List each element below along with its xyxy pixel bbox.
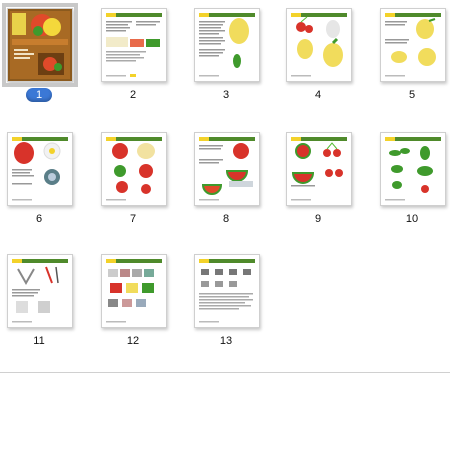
page-thumbnail-7[interactable] [101,132,167,206]
thumbnail-item-7[interactable]: 7 [101,132,167,228]
page-number-2[interactable]: 2 [101,88,165,102]
thumbnail-item-10[interactable]: 10 [380,132,446,228]
page-thumbnail-12[interactable] [101,254,167,328]
page-number-3[interactable]: 3 [194,88,258,102]
grid-divider [0,372,450,373]
page-thumbnail-13[interactable] [194,254,260,328]
page-number-4[interactable]: 4 [286,88,350,102]
page-number-10[interactable]: 10 [380,212,444,226]
page-thumbnail-10[interactable] [380,132,446,206]
page-number-8[interactable]: 8 [194,212,258,226]
page-thumbnail-3[interactable] [194,8,260,82]
page-thumbnail-9[interactable] [286,132,352,206]
thumbnail-item-6[interactable]: 6 [7,132,73,228]
thumbnail-item-8[interactable]: 8 [194,132,260,228]
thumbnail-item-9[interactable]: 9 [286,132,352,228]
page-number-5[interactable]: 5 [380,88,444,102]
page-number-13[interactable]: 13 [194,334,258,348]
page-number-7[interactable]: 7 [101,212,165,226]
page-thumbnail-11[interactable] [7,254,73,328]
page-thumbnail-8[interactable] [194,132,260,206]
thumbnail-item-5[interactable]: 5 [380,8,446,104]
page-thumbnail-1[interactable] [2,3,78,87]
thumbnail-item-4[interactable]: 4 [286,8,352,104]
thumbnail-item-12[interactable]: 12 [101,254,167,350]
thumbnail-item-3[interactable]: 3 [194,8,260,104]
page-number-6[interactable]: 6 [7,212,71,226]
page-thumbnail-5[interactable] [380,8,446,82]
thumbnail-item-1[interactable]: 1 [2,3,78,104]
thumbnail-item-11[interactable]: 11 [7,254,73,350]
thumbnail-item-2[interactable]: 2 [101,8,167,104]
page-number-11[interactable]: 11 [7,334,71,348]
thumbnail-item-13[interactable]: 13 [194,254,260,350]
page-thumbnail-6[interactable] [7,132,73,206]
page-number-9[interactable]: 9 [286,212,350,226]
page-thumbnail-4[interactable] [286,8,352,82]
page-number-1[interactable]: 1 [7,88,71,102]
page-thumbnail-2[interactable] [101,8,167,82]
page-number-12[interactable]: 12 [101,334,165,348]
page-thumbnail-grid: 1 2 3 4 5 6 7 8 9 10 11 12 13 [0,0,450,372]
